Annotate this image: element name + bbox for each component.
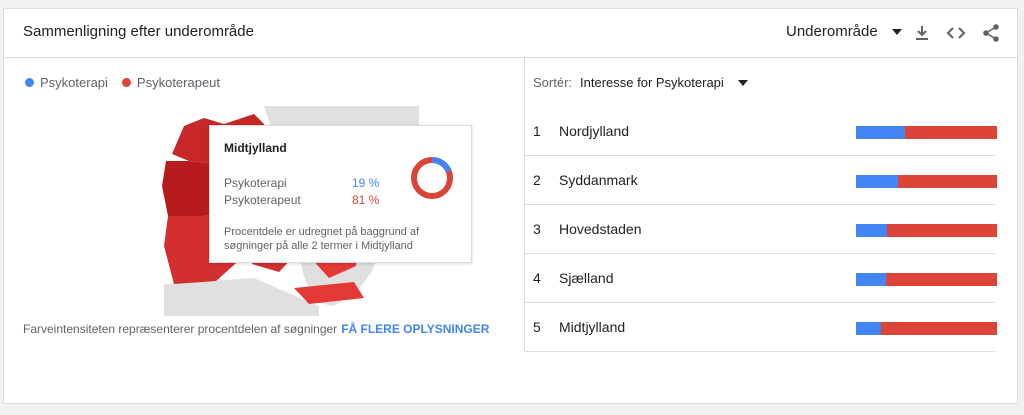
region-name: Nordjylland: [559, 123, 630, 139]
card-header: Sammenligning efter underområde Underomr…: [4, 9, 1017, 58]
legend-item-psykoterapeut: Psykoterapeut: [121, 75, 221, 90]
region-name: Sjælland: [559, 270, 614, 286]
germany-land: [164, 278, 319, 316]
bar-segment-psykoterapeut: [885, 273, 997, 286]
bar-segment-psykoterapi: [856, 175, 899, 188]
region-level-dropdown[interactable]: Underområde: [786, 23, 902, 40]
bar-segment-psykoterapeut: [898, 175, 997, 188]
region-share-bar: [856, 175, 997, 188]
region-rank: 4: [533, 270, 541, 286]
dropdown-caret-icon: [737, 79, 748, 86]
legend-label: Psykoterapeut: [136, 75, 221, 90]
tooltip-title: Midtjylland: [224, 141, 287, 155]
region-name: Syddanmark: [559, 172, 638, 188]
card-body: Psykoterapi Psykoterapeut Midtjylland Ps…: [4, 58, 1017, 352]
region-share-bar: [856, 224, 997, 237]
region-rank: 5: [533, 319, 541, 335]
download-icon[interactable]: [912, 23, 932, 43]
region-share-bar: [856, 126, 997, 139]
tooltip-note: Procentdele er udregnet på baggrund af s…: [224, 226, 420, 252]
map-footnote: Farveintensiteten repræsenterer procentd…: [23, 322, 489, 336]
sort-label: Sortér:: [533, 75, 573, 90]
region-row[interactable]: 3 Hovedstaden: [525, 205, 997, 254]
comparison-card: Sammenligning efter underområde Underomr…: [3, 8, 1018, 404]
region-name: Midtjylland: [559, 319, 626, 335]
region-tooltip: Midtjylland Psykoterapi 19 % Psykoterape…: [209, 125, 472, 263]
bar-segment-psykoterapi: [856, 126, 906, 139]
bar-segment-psykoterapeut: [905, 126, 997, 139]
sort-dropdown[interactable]: Interesse for Psykoterapi: [580, 75, 748, 90]
bar-segment-psykoterapi: [856, 322, 882, 335]
region-rank: 3: [533, 221, 541, 237]
legend-label: Psykoterapi: [40, 75, 108, 90]
region-row[interactable]: 5 Midtjylland: [525, 303, 997, 352]
tooltip-row-label: Psykoterapeut: [224, 193, 301, 207]
legend-dot-icon: [121, 78, 131, 87]
dropdown-caret-icon: [891, 28, 902, 35]
legend: Psykoterapi Psykoterapeut: [25, 75, 234, 90]
tooltip-row-value: 81 %: [352, 193, 380, 207]
embed-icon[interactable]: [946, 23, 966, 43]
bar-segment-psykoterapeut: [887, 224, 997, 237]
region-name: Hovedstaden: [559, 221, 642, 237]
map-panel: Psykoterapi Psykoterapeut Midtjylland Ps…: [4, 58, 525, 351]
ranking-panel: Sortér: Interesse for Psykoterapi 1 Nordj…: [525, 58, 1017, 352]
sort-control: Sortér: Interesse for Psykoterapi: [533, 75, 748, 90]
region-share-bar: [856, 273, 997, 286]
legend-item-psykoterapi: Psykoterapi: [25, 75, 108, 90]
share-icon[interactable]: [981, 23, 1001, 43]
region-row[interactable]: 4 Sjælland: [525, 254, 997, 303]
region-rank: 1: [533, 123, 541, 139]
tooltip-row-label: Psykoterapi: [224, 176, 287, 190]
bar-segment-psykoterapeut: [881, 322, 997, 335]
tooltip-row-value: 19 %: [352, 176, 380, 190]
region-rank: 2: [533, 172, 541, 188]
region-row[interactable]: 1 Nordjylland: [525, 107, 997, 156]
sort-value: Interesse for Psykoterapi: [580, 75, 724, 90]
card-title: Sammenligning efter underområde: [23, 23, 254, 40]
tooltip-donut: [411, 157, 453, 199]
region-share-bar: [856, 322, 997, 335]
legend-dot-icon: [25, 78, 34, 87]
more-info-link[interactable]: FÅ FLERE OPLYSNINGER: [341, 322, 489, 336]
region-row[interactable]: 2 Syddanmark: [525, 156, 997, 205]
bar-segment-psykoterapi: [856, 273, 886, 286]
footnote-text: Farveintensiteten repræsenterer procentd…: [23, 322, 338, 336]
bar-segment-psykoterapi: [856, 224, 888, 237]
region-level-label: Underområde: [786, 23, 878, 40]
